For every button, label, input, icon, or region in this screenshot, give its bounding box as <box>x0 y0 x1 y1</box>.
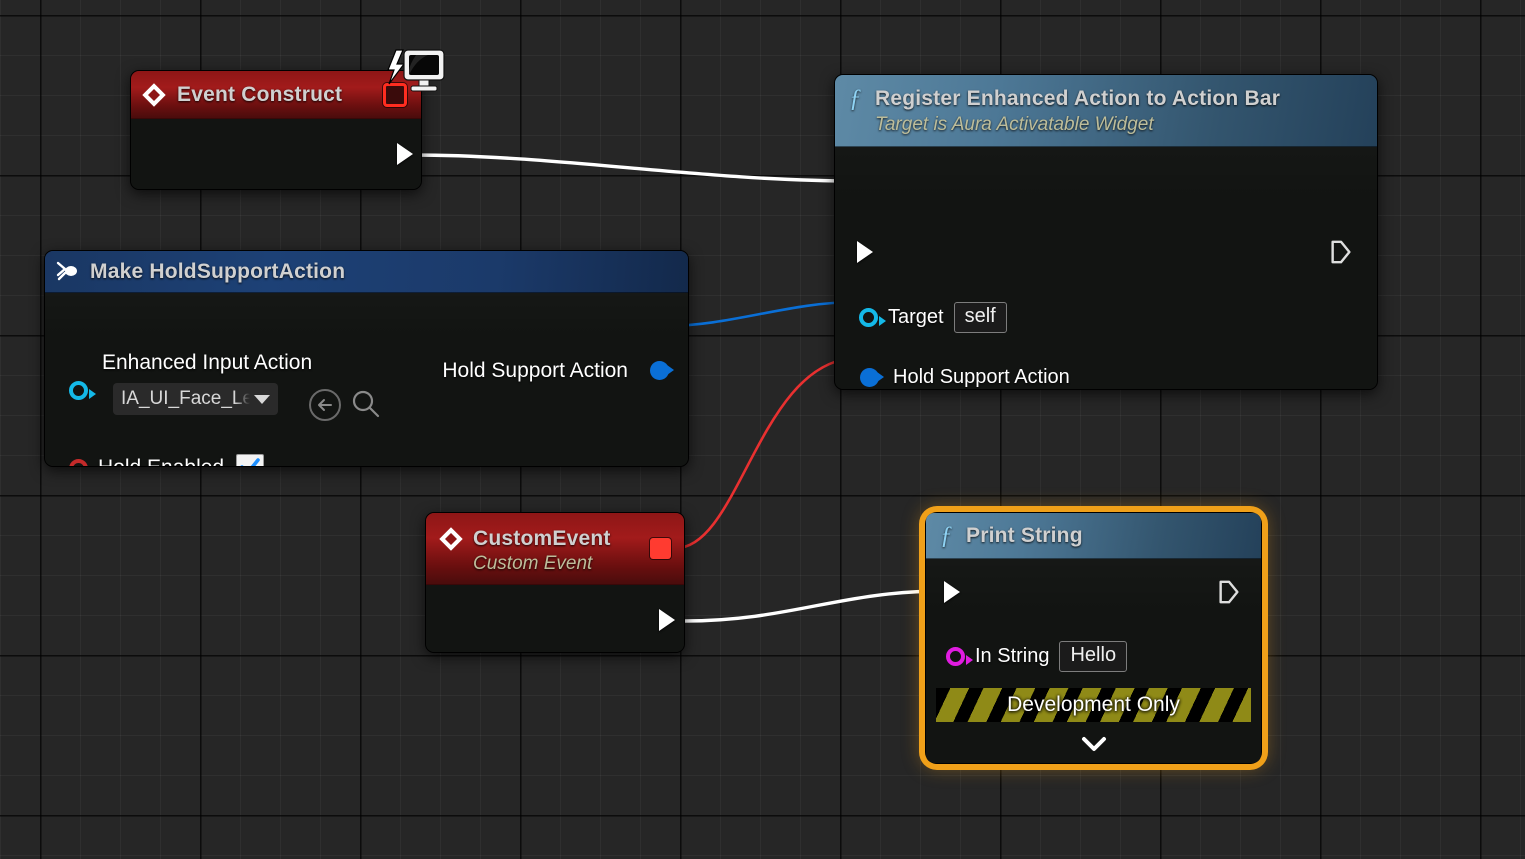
wire-customevent-to-printstring <box>684 591 944 621</box>
in-string-label: In String <box>975 645 1049 668</box>
node-subtitle: Target is Aura Activatable Widget <box>875 114 1154 136</box>
exec-out-pin[interactable] <box>1329 239 1353 265</box>
pin-label-hold-support-action: Hold Support Action <box>893 366 1070 389</box>
search-icon[interactable] <box>350 389 380 424</box>
target-object-pin[interactable] <box>859 308 878 327</box>
pin-label-target: Target <box>888 306 944 329</box>
exec-in-pin[interactable] <box>857 241 873 263</box>
node-body: In String Hello Development Only <box>926 559 1261 763</box>
node-header: Event Construct <box>131 71 421 119</box>
node-header: ƒ Register Enhanced Action to Action Bar… <box>835 75 1377 147</box>
expand-node-toggle[interactable] <box>926 735 1261 753</box>
chevron-down-icon <box>1079 735 1109 753</box>
browse-back-icon[interactable] <box>309 389 341 421</box>
wire-construct-to-register <box>412 155 858 181</box>
node-event-construct[interactable]: Event Construct <box>130 70 422 190</box>
node-subtitle: Custom Event <box>473 553 592 575</box>
node-print-string[interactable]: ƒ Print String In String He <box>925 512 1262 764</box>
function-f-icon: ƒ <box>849 85 875 113</box>
exec-in-arrow-icon <box>857 241 873 263</box>
node-make-hold-support-action[interactable]: Make HoldSupportAction Enhanced Input Ac… <box>44 250 689 467</box>
pin-target-row[interactable]: Target self <box>859 302 1007 333</box>
wire-make-to-register <box>666 302 856 326</box>
pin-hold-support-action-row[interactable]: Hold Support Action <box>860 366 1070 389</box>
blueprint-graph-canvas[interactable]: Event Construct <box>0 0 1525 859</box>
node-custom-event[interactable]: CustomEvent Custom Event <box>425 512 685 653</box>
hold-support-action-output-label: Hold Support Action <box>442 359 628 383</box>
node-body <box>426 585 684 652</box>
node-title: Register Enhanced Action to Action Bar <box>875 87 1280 111</box>
node-body: Enhanced Input Action IA_UI_Face_Left <box>45 293 688 465</box>
node-header: CustomEvent Custom Event <box>426 513 684 585</box>
event-diamond-icon <box>438 526 464 552</box>
wire-customevent-to-delegate <box>676 358 858 548</box>
hold-enabled-checkbox[interactable] <box>236 454 264 466</box>
hold-support-action-pin[interactable] <box>860 368 879 387</box>
check-icon <box>238 455 262 466</box>
exec-out-arrow-icon <box>659 609 675 631</box>
function-f-icon: ƒ <box>940 522 966 550</box>
hold-enabled-label: Hold Enabled <box>98 456 224 466</box>
in-string-row[interactable]: In String Hello <box>946 641 1127 672</box>
node-title: Make HoldSupportAction <box>90 260 345 284</box>
hold-enabled-row[interactable]: Hold Enabled <box>69 454 264 466</box>
event-diamond-icon <box>141 82 167 108</box>
make-struct-icon <box>55 260 81 284</box>
node-body <box>131 119 421 189</box>
node-title: CustomEvent <box>473 527 611 551</box>
node-body: Target self Hold Support Action Hold Eve… <box>835 147 1377 389</box>
in-string-pin[interactable] <box>946 647 965 666</box>
hold-support-action-output-pin[interactable] <box>650 361 669 380</box>
node-title: Print String <box>966 524 1083 548</box>
enhanced-input-action-label: Enhanced Input Action <box>102 351 312 375</box>
exec-out-pin[interactable] <box>659 609 675 631</box>
exec-out-arrow-icon <box>1217 579 1241 605</box>
exec-out-pin[interactable] <box>397 143 413 165</box>
in-string-value-field[interactable]: Hello <box>1059 641 1127 672</box>
object-pin-icon <box>69 381 88 400</box>
exec-in-pin[interactable] <box>944 581 960 603</box>
hold-enabled-bool-pin[interactable] <box>69 459 88 467</box>
node-register-enhanced-action[interactable]: ƒ Register Enhanced Action to Action Bar… <box>834 74 1378 390</box>
enhanced-input-action-pin[interactable] <box>69 381 88 400</box>
delegate-out-pin[interactable] <box>650 538 671 559</box>
widget-monitor-icon <box>386 48 446 104</box>
exec-out-pin[interactable] <box>1217 579 1241 605</box>
dropdown-value: IA_UI_Face_Left <box>121 388 250 410</box>
node-header: ƒ Print String <box>926 513 1261 559</box>
node-header: Make HoldSupportAction <box>45 251 688 293</box>
struct-pin-icon <box>650 361 669 380</box>
exec-out-arrow-icon <box>1329 239 1353 265</box>
development-only-banner: Development Only <box>936 688 1251 722</box>
development-only-label: Development Only <box>1007 693 1180 717</box>
target-value-field[interactable]: self <box>954 302 1007 333</box>
node-title: Event Construct <box>177 83 342 107</box>
enhanced-input-action-dropdown[interactable]: IA_UI_Face_Left <box>113 383 278 415</box>
delegate-square-icon <box>650 538 671 559</box>
exec-out-arrow-icon <box>397 143 413 165</box>
exec-in-arrow-icon <box>944 581 960 603</box>
chevron-down-icon <box>254 395 270 404</box>
